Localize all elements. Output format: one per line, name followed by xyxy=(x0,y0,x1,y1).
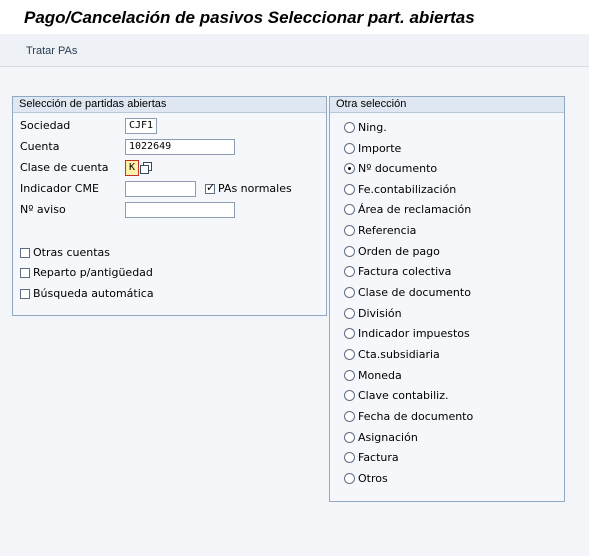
radio-division-label: División xyxy=(358,307,402,320)
radio-indicador-impuestos[interactable] xyxy=(344,328,355,339)
radio-area-reclamacion[interactable] xyxy=(344,204,355,215)
radio-area-reclamacion-label: Área de reclamación xyxy=(358,203,472,216)
title-bar: Pago/Cancelación de pasivos Seleccionar … xyxy=(0,0,589,34)
radio-importe[interactable] xyxy=(344,143,355,154)
open-items-group: Selección de partidas abiertas Sociedad … xyxy=(12,96,327,316)
application-toolbar: Tratar PAs xyxy=(0,34,589,67)
radio-factura[interactable] xyxy=(344,452,355,463)
radio-moneda[interactable] xyxy=(344,370,355,381)
radio-cta-subsidiaria[interactable] xyxy=(344,349,355,360)
pas-normales-checkbox[interactable] xyxy=(205,181,215,194)
radio-cta-subsidiaria-label: Cta.subsidiaria xyxy=(358,348,440,361)
reparto-antiguedad-label: Reparto p/antigüedad xyxy=(33,266,153,279)
main-content: Selección de partidas abiertas Sociedad … xyxy=(0,67,589,556)
radio-factura-colectiva[interactable] xyxy=(344,266,355,277)
radio-clave-contabiliz-label: Clave contabiliz. xyxy=(358,389,449,402)
multiple-selection-icon[interactable] xyxy=(140,162,152,174)
radio-clase-documento-label: Clase de documento xyxy=(358,286,471,299)
radio-ning-label: Ning. xyxy=(358,121,387,134)
radio-clase-documento[interactable] xyxy=(344,287,355,298)
radio-fecha-documento[interactable] xyxy=(344,411,355,422)
radio-asignacion-label: Asignación xyxy=(358,431,418,444)
other-selection-group-header: Otra selección xyxy=(330,97,564,113)
radio-clave-contabiliz[interactable] xyxy=(344,390,355,401)
radio-otros[interactable] xyxy=(344,473,355,484)
radio-otros-label: Otros xyxy=(358,472,388,485)
radio-moneda-label: Moneda xyxy=(358,369,402,382)
radio-fe-contabilizacion[interactable] xyxy=(344,184,355,195)
otras-cuentas-label: Otras cuentas xyxy=(33,246,111,259)
clase-cuenta-field[interactable]: K xyxy=(125,160,139,176)
radio-asignacion[interactable] xyxy=(344,432,355,443)
otras-cuentas-checkbox[interactable] xyxy=(20,248,30,258)
process-open-items-button[interactable]: Tratar PAs xyxy=(26,45,77,57)
open-items-group-header: Selección de partidas abiertas xyxy=(13,97,326,113)
n-aviso-label: Nº aviso xyxy=(20,203,66,216)
reparto-antiguedad-checkbox[interactable] xyxy=(20,268,30,278)
cuenta-field[interactable]: 1022649 xyxy=(125,139,235,155)
radio-referencia-label: Referencia xyxy=(358,224,417,237)
radio-ning[interactable] xyxy=(344,122,355,133)
radio-referencia[interactable] xyxy=(344,225,355,236)
radio-fe-contabilizacion-label: Fe.contabilización xyxy=(358,183,457,196)
radio-orden-pago[interactable] xyxy=(344,246,355,257)
other-selection-group: Otra selección Ning. Importe Nº document… xyxy=(329,96,565,502)
cuenta-label: Cuenta xyxy=(20,140,60,153)
sociedad-field[interactable]: CJF1 xyxy=(125,118,157,134)
indicador-cme-label: Indicador CME xyxy=(20,182,99,195)
pas-normales-label: PAs normales xyxy=(218,182,292,195)
n-aviso-field[interactable] xyxy=(125,202,235,218)
radio-n-documento[interactable] xyxy=(344,163,355,174)
busqueda-automatica-checkbox[interactable] xyxy=(20,289,30,299)
sociedad-label: Sociedad xyxy=(20,119,71,132)
page-title: Pago/Cancelación de pasivos Seleccionar … xyxy=(24,8,475,27)
radio-orden-pago-label: Orden de pago xyxy=(358,245,440,258)
radio-indicador-impuestos-label: Indicador impuestos xyxy=(358,327,470,340)
radio-division[interactable] xyxy=(344,308,355,319)
radio-fecha-documento-label: Fecha de documento xyxy=(358,410,474,423)
radio-factura-colectiva-label: Factura colectiva xyxy=(358,265,452,278)
radio-importe-label: Importe xyxy=(358,142,402,155)
busqueda-automatica-label: Búsqueda automática xyxy=(33,287,154,300)
clase-cuenta-label: Clase de cuenta xyxy=(20,161,109,174)
indicador-cme-field[interactable] xyxy=(125,181,196,197)
radio-n-documento-label: Nº documento xyxy=(358,162,438,175)
radio-factura-label: Factura xyxy=(358,451,399,464)
